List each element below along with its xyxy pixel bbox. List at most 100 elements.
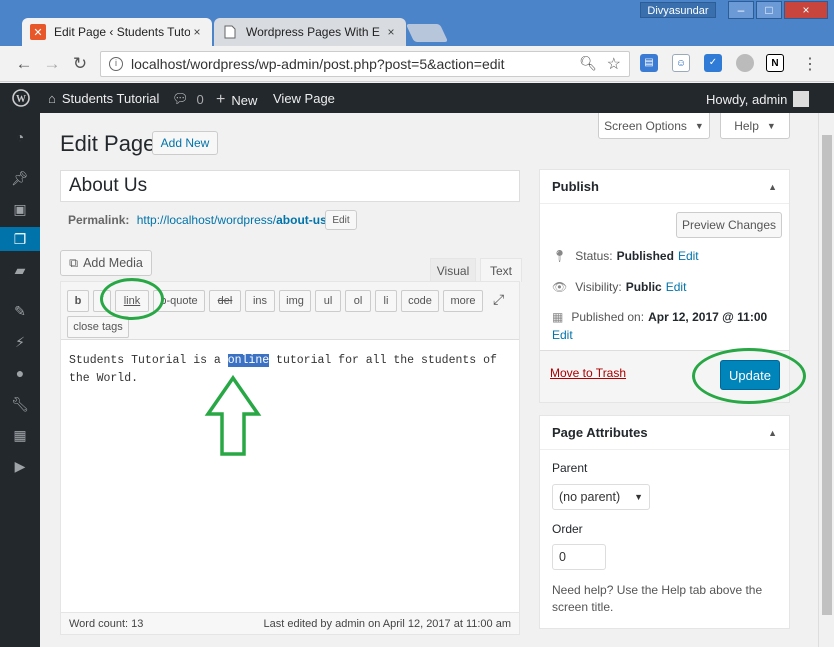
tab-wordpress-pages[interactable]: Wordpress Pages With E ×	[214, 18, 406, 46]
qt-ins-button[interactable]: ins	[245, 290, 275, 312]
parent-label: Parent	[552, 461, 588, 475]
publish-title: Publish	[540, 170, 789, 204]
url-input[interactable]: i localhost/wordpress/wp-admin/post.php?…	[100, 51, 630, 77]
order-input[interactable]: 0	[552, 544, 606, 570]
reload-icon[interactable]: ↻	[70, 54, 90, 74]
globe-icon[interactable]	[736, 54, 754, 72]
checkmark-extension-icon[interactable]: ✓	[704, 54, 722, 72]
extension-icon[interactable]: ▤	[640, 54, 658, 72]
fullscreen-icon[interactable]: ⤢	[493, 291, 504, 308]
qt-close-tags-button[interactable]: close tags	[67, 316, 129, 338]
avatar	[793, 91, 810, 107]
wordpress-logo-icon[interactable]: W	[12, 89, 30, 107]
appearance-icon[interactable]: ✎	[10, 301, 30, 321]
qt-img-button[interactable]: img	[279, 290, 311, 312]
new-tab-button[interactable]	[405, 24, 449, 42]
add-new-button[interactable]: Add New	[152, 131, 218, 155]
media-icon[interactable]: ▣	[10, 199, 30, 219]
status-edit-link[interactable]: Edit	[678, 249, 699, 263]
minimize-button[interactable]: –	[728, 1, 754, 19]
star-icon[interactable]: ☆	[607, 54, 621, 74]
text-editor: b i link b-quote del ins img ul ol li co…	[60, 281, 520, 635]
users-icon[interactable]: ●	[10, 363, 30, 383]
pages-icon[interactable]: ❐	[0, 227, 40, 251]
preview-changes-button[interactable]: Preview Changes	[676, 212, 782, 238]
visibility-row: 👁︎ Visibility: Public Edit	[552, 280, 686, 294]
add-media-button[interactable]: ⧉ Add Media	[60, 250, 152, 276]
qt-del-button[interactable]: del	[209, 290, 241, 312]
editor-text-before: Students Tutorial is a	[69, 354, 228, 367]
help-label: Help	[734, 118, 759, 133]
maximize-button[interactable]: □	[756, 1, 782, 19]
selected-text: online	[227, 354, 270, 367]
back-icon[interactable]: ←	[14, 54, 34, 74]
annotation-up-arrow	[204, 374, 262, 456]
close-icon[interactable]: ×	[384, 25, 398, 39]
published-edit-link[interactable]: Edit	[552, 328, 573, 342]
new-content-link[interactable]: + New	[216, 91, 257, 109]
parent-select[interactable]: (no parent) ▼	[552, 484, 650, 510]
forward-icon[interactable]: →	[42, 54, 62, 74]
settings-icon[interactable]: ▦	[10, 425, 30, 445]
status-label: Status:	[575, 249, 613, 263]
calendar-icon: ▦	[552, 310, 564, 324]
help-button[interactable]: Help ▼	[720, 113, 790, 139]
profile-name[interactable]: Divyasundar	[640, 2, 716, 18]
tools-icon[interactable]: 🔧︎	[10, 394, 30, 414]
site-name-link[interactable]: ⌂ Students Tutorial	[48, 91, 159, 106]
tab-visual[interactable]: Visual	[430, 258, 476, 282]
close-icon[interactable]: ×	[190, 25, 204, 39]
collapse-caret-icon[interactable]: ▲	[768, 182, 777, 192]
qt-more-button[interactable]: more	[443, 290, 483, 312]
home-icon: ⌂	[48, 91, 56, 106]
comments-count: 0	[196, 91, 204, 107]
comments-icon[interactable]: ▰	[10, 260, 30, 280]
screen-options-button[interactable]: Screen Options ▼	[598, 113, 710, 139]
collapse-caret-icon[interactable]: ▲	[768, 428, 777, 438]
tab-title: Wordpress Pages With E	[246, 25, 380, 39]
account-icon[interactable]: ☺	[672, 54, 690, 72]
help-text: Need help? Use the Help tab above the sc…	[552, 583, 763, 614]
zoom-icon[interactable]: 🔍︎	[579, 55, 597, 72]
add-media-label: Add Media	[83, 256, 143, 270]
tab-text[interactable]: Text	[480, 258, 522, 282]
admin-menu: ◔ 📌︎ ▣ ❐ ▰ ✎ ⚡︎ ● 🔧︎ ▦ ▶	[0, 113, 40, 647]
page-attributes-box: Page Attributes ▲ Parent (no parent) ▼ O…	[539, 415, 790, 629]
plus-icon: +	[216, 91, 226, 108]
plugins-icon[interactable]: ⚡︎	[10, 332, 30, 352]
view-page-link[interactable]: View Page	[273, 91, 335, 106]
chevron-down-icon: ▼	[694, 120, 704, 131]
qt-li-button[interactable]: li	[375, 290, 397, 312]
move-to-trash-link[interactable]: Move to Trash	[550, 366, 626, 380]
annotation-circle-update	[692, 348, 806, 404]
post-title-input[interactable]: About Us	[60, 170, 520, 202]
posts-pin-icon[interactable]: 📌︎	[10, 168, 30, 188]
order-label: Order	[552, 522, 583, 536]
qt-bold-button[interactable]: b	[67, 290, 89, 312]
howdy-link[interactable]: Howdy, admin	[706, 91, 810, 107]
permalink-slug: about-us/	[276, 213, 331, 227]
scrollbar-thumb[interactable]	[822, 135, 832, 615]
editor-textarea[interactable]: Students Tutorial is a online tutorial f…	[69, 352, 509, 388]
dashboard-icon[interactable]: ◔	[10, 127, 30, 147]
published-value: Apr 12, 2017 @ 11:00	[648, 310, 768, 324]
visibility-edit-link[interactable]: Edit	[666, 280, 687, 294]
info-icon[interactable]: i	[109, 57, 123, 71]
site-name: Students Tutorial	[61, 91, 160, 106]
tab-edit-page[interactable]: ✕ Edit Page ‹ Students Tutor ×	[22, 18, 212, 46]
permalink-link[interactable]: http://localhost/wordpress/about-us/	[137, 213, 330, 227]
admin-bar: W ⌂ Students Tutorial 💬︎ 0 + New View Pa…	[0, 83, 834, 113]
qt-code-button[interactable]: code	[401, 290, 439, 312]
menu-icon[interactable]: ⋮	[800, 54, 820, 74]
parent-value: (no parent)	[559, 490, 621, 504]
permalink-edit-button[interactable]: Edit	[325, 210, 357, 230]
comments-link[interactable]: 💬︎ 0	[172, 91, 204, 107]
qt-ul-button[interactable]: ul	[315, 290, 341, 312]
n-extension-icon[interactable]: N	[766, 54, 784, 72]
window-close-button[interactable]: ×	[784, 1, 828, 19]
qt-ol-button[interactable]: ol	[345, 290, 371, 312]
collapse-menu-icon[interactable]: ▶	[10, 456, 30, 476]
chevron-down-icon: ▼	[766, 120, 776, 131]
howdy-text: Howdy, admin	[706, 91, 788, 107]
page-scrollbar[interactable]	[818, 113, 834, 647]
